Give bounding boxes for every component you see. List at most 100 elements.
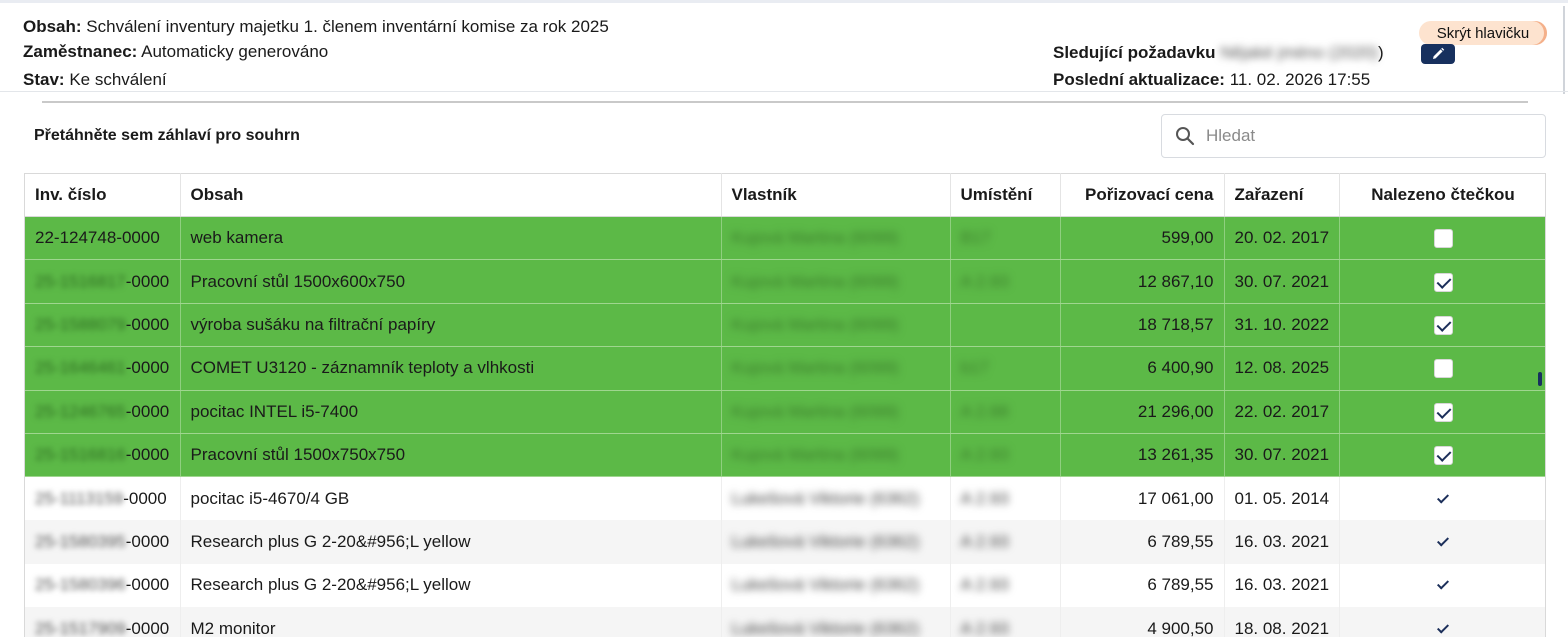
cell-zarazeni: 18. 08. 2021 xyxy=(1224,607,1340,637)
inv-suffix: -0000 xyxy=(125,314,170,334)
stav-label: Stav: xyxy=(23,70,65,89)
table-row[interactable]: 25-1516816-0000 Pracovní stůl 1500x750x75… xyxy=(25,433,1545,478)
vlastnik-value: Lukešová Viktorie (6362) xyxy=(731,618,920,637)
column-header-inv-cislo[interactable]: Inv. číslo xyxy=(25,173,181,217)
cell-porizovaci-cena: 4 900,50 xyxy=(1060,607,1225,637)
hide-header-button[interactable]: Skrýt hlavičku xyxy=(1419,21,1547,45)
cell-obsah: Pracovní stůl 1500x600x750 xyxy=(180,259,722,304)
vlastnik-value: Lukešová Viktorie (6362) xyxy=(731,575,920,595)
separator xyxy=(42,101,1528,103)
cell-porizovaci-cena: 12 867,10 xyxy=(1060,259,1225,304)
cell-porizovaci-cena: 13 261,35 xyxy=(1060,433,1225,478)
header-obsah: Obsah: Schválení inventury majetku 1. čl… xyxy=(23,17,609,37)
table-row[interactable]: 25-1246765-0000 pocitac INTEL i5-7400 Kujo… xyxy=(25,390,1545,434)
vlastnik-value: Kujová Martina (6099) xyxy=(731,314,899,334)
inventory-table: Inv. číslo Obsah Vlastník Umístění Pořiz… xyxy=(25,173,1545,637)
zamestnanec-label: Zaměstnanec: xyxy=(23,42,138,61)
inv-suffix: -0000 xyxy=(125,618,170,637)
group-panel-hint[interactable]: Přetáhněte sem záhlaví pro souhrn xyxy=(34,127,300,145)
inv-prefix: 25-1516816 xyxy=(35,445,126,465)
cell-inv-cislo: 25-1246765-0000 xyxy=(25,390,181,434)
cell-umisteni: A 2.93 xyxy=(950,433,1061,478)
search-input[interactable] xyxy=(1204,125,1524,147)
cell-vlastnik: Lukešová Viktorie (6362) xyxy=(721,520,951,564)
cell-porizovaci-cena: 6 789,55 xyxy=(1060,520,1225,564)
table-row[interactable]: 25-1517909-0000 M2 monitor Lukešová Viktor… xyxy=(25,607,1545,637)
cell-zarazeni: 16. 03. 2021 xyxy=(1224,563,1340,608)
cell-obsah: COMET U3120 - záznamník teploty a vlhkos… xyxy=(180,346,722,391)
check-icon xyxy=(1436,577,1450,590)
cell-umisteni: b17 xyxy=(950,346,1061,391)
cell-obsah: pocitac i5-4670/4 GB xyxy=(180,476,722,521)
table-row[interactable]: 25-1588079-0000 výroba sušáku na filtračn… xyxy=(25,303,1545,348)
table-row[interactable]: 25-1580396-0000 Research plus G 2-20&#956… xyxy=(25,563,1545,608)
column-header-zarazeni[interactable]: Zařazení xyxy=(1224,173,1340,217)
table-row[interactable]: 25-1646461-0000 COMET U3120 - záznamník t… xyxy=(25,346,1545,391)
table-row[interactable]: 25-1516817-0000 Pracovní stůl 1500x600x75… xyxy=(25,259,1545,304)
umisteni-value: B17 xyxy=(960,228,991,248)
inv-prefix: 25-1516817 xyxy=(35,271,126,291)
table-row[interactable]: 22-124748-0000 web kamera Kujová Martina (… xyxy=(25,216,1545,261)
cell-zarazeni: 20. 02. 2017 xyxy=(1224,216,1340,261)
inv-suffix: -0000 xyxy=(116,228,160,248)
inv-suffix: -0000 xyxy=(125,531,170,551)
cell-zarazeni: 01. 05. 2014 xyxy=(1224,476,1340,521)
cell-inv-cislo: 25-1516817-0000 xyxy=(25,259,181,304)
stav-value: Ke schválení xyxy=(69,70,167,89)
table-row[interactable]: 25-1113159-0000 pocitac i5-4670/4 GB Lukeš… xyxy=(25,476,1545,521)
inv-suffix: -0000 xyxy=(125,358,170,378)
found-checkbox[interactable] xyxy=(1433,272,1453,292)
cell-nalezeno xyxy=(1339,563,1545,608)
cell-nalezeno xyxy=(1339,216,1545,261)
cell-obsah: M2 monitor xyxy=(180,607,722,637)
column-header-obsah[interactable]: Obsah xyxy=(180,173,722,217)
header-watcher: Sledující požadavku Nějaké jméno (2020)) xyxy=(1053,43,1384,63)
cell-umisteni: A 2.93 xyxy=(950,259,1061,304)
inv-suffix: -0000 xyxy=(125,575,170,595)
cell-nalezeno xyxy=(1339,433,1545,478)
cell-nalezeno xyxy=(1339,259,1545,304)
table-row[interactable]: 25-1580395-0000 Research plus G 2-20&#956… xyxy=(25,520,1545,564)
inv-prefix: 25-1246765 xyxy=(35,401,126,421)
umisteni-value: A 2.88 xyxy=(960,401,1009,421)
inv-suffix: -0000 xyxy=(125,401,170,421)
search-box[interactable] xyxy=(1161,114,1546,158)
found-checkbox[interactable] xyxy=(1433,229,1453,249)
column-header-umisteni[interactable]: Umístění xyxy=(950,173,1061,217)
table-body: 22-124748-0000 web kamera Kujová Martina (… xyxy=(25,216,1545,637)
inv-prefix: 25-1580396 xyxy=(35,575,126,595)
cell-vlastnik: Kujová Martina (6099) xyxy=(721,216,951,261)
column-header-porizovaci-cena[interactable]: Pořizovací cena xyxy=(1060,173,1225,217)
found-checkbox[interactable] xyxy=(1433,446,1453,466)
cell-umisteni: A 2.93 xyxy=(950,607,1061,637)
column-header-nalezeno-ctecku[interactable]: Nalezeno čtečkou xyxy=(1339,173,1545,217)
request-header: Obsah: Schválení inventury majetku 1. čl… xyxy=(0,3,1568,94)
vlastnik-value: Kujová Martina (6099) xyxy=(731,271,899,291)
column-header-vlastnik[interactable]: Vlastník xyxy=(721,173,951,217)
cell-zarazeni: 12. 08. 2025 xyxy=(1224,346,1340,391)
cell-inv-cislo: 25-1516816-0000 xyxy=(25,433,181,478)
header-zamestnanec: Zaměstnanec: Automaticky generováno xyxy=(23,42,328,62)
cell-porizovaci-cena: 17 061,00 xyxy=(1060,476,1225,521)
found-checkbox[interactable] xyxy=(1433,315,1453,335)
cell-porizovaci-cena: 21 296,00 xyxy=(1060,390,1225,434)
edit-watcher-button[interactable] xyxy=(1421,44,1455,64)
obsah-label: Obsah: xyxy=(23,17,82,36)
found-checkbox[interactable] xyxy=(1433,359,1453,379)
cell-umisteni: A 2.93 xyxy=(950,520,1061,564)
inv-prefix: 25-1588079 xyxy=(35,314,126,334)
cell-nalezeno xyxy=(1339,346,1545,391)
zamestnanec-value: Automaticky generováno xyxy=(141,42,329,61)
updated-label: Poslední aktualizace: xyxy=(1053,70,1225,89)
cell-umisteni: B17 xyxy=(950,216,1061,261)
scroll-indicator[interactable] xyxy=(1538,372,1542,386)
cell-vlastnik: Kujová Martina (6099) xyxy=(721,303,951,348)
umisteni-value: A 2.93 xyxy=(960,271,1009,291)
cell-inv-cislo: 25-1646461-0000 xyxy=(25,346,181,391)
umisteni-value: A 2.93 xyxy=(960,445,1009,465)
cell-vlastnik: Kujová Martina (6099) xyxy=(721,259,951,304)
cell-inv-cislo: 25-1517909-0000 xyxy=(25,607,181,637)
cell-nalezeno xyxy=(1339,607,1545,637)
found-checkbox[interactable] xyxy=(1433,402,1453,422)
cell-zarazeni: 30. 07. 2021 xyxy=(1224,433,1340,478)
